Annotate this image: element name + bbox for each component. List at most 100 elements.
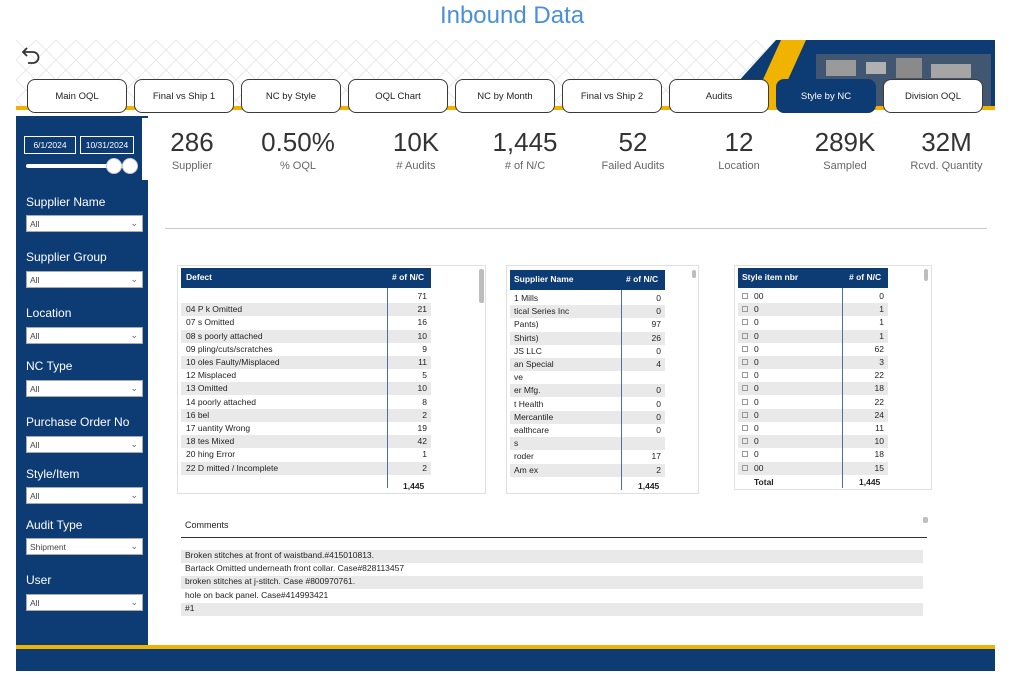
location-select[interactable]: All ⌄ xyxy=(26,327,143,344)
table-row[interactable]: 01 xyxy=(738,316,888,329)
defect-table-scrollbar[interactable] xyxy=(479,269,484,303)
expand-checkbox[interactable] xyxy=(742,306,748,313)
nc-column-header[interactable]: # of N/C xyxy=(849,272,881,282)
table-row[interactable]: tical Series Inc 0 xyxy=(510,305,665,319)
expand-checkbox[interactable] xyxy=(742,438,748,445)
user-select[interactable]: All ⌄ xyxy=(26,594,143,611)
tab-oql-chart[interactable]: OQL Chart xyxy=(348,79,448,113)
tab-final-vs-ship-2[interactable]: Final vs Ship 2 xyxy=(562,79,662,113)
tab-nc-by-month[interactable]: NC by Month xyxy=(455,79,555,113)
table-row[interactable]: Am ex 2 xyxy=(510,463,665,477)
supplier-table-scrollbar[interactable] xyxy=(692,270,696,278)
table-row[interactable]: 17 uantity Wrong 19 xyxy=(181,422,431,435)
comment-row[interactable]: Broken stitches at front of waistband.#4… xyxy=(181,550,923,563)
end-date-input[interactable]: 10/31/2024 xyxy=(80,136,134,154)
table-row[interactable]: 71 xyxy=(181,290,431,303)
supplier-name-select[interactable]: All ⌄ xyxy=(26,215,143,232)
table-row[interactable]: ve xyxy=(510,371,665,384)
comment-row[interactable]: Bartack Omitted underneath front collar.… xyxy=(181,563,923,576)
table-row[interactable]: 0 18 xyxy=(738,382,888,396)
table-row[interactable]: JS LLC 0 xyxy=(510,345,665,358)
date-slider-end-handle[interactable] xyxy=(122,158,138,174)
expand-checkbox[interactable] xyxy=(742,411,748,418)
expand-checkbox[interactable] xyxy=(742,372,748,379)
nc-column-header[interactable]: # of N/C xyxy=(392,272,424,282)
expand-checkbox[interactable] xyxy=(742,451,748,458)
expand-checkbox[interactable] xyxy=(742,319,748,326)
expand-checkbox[interactable] xyxy=(742,293,748,299)
row-value: 42 xyxy=(417,436,427,447)
table-row[interactable]: roder 17 xyxy=(510,450,665,463)
table-row[interactable]: 0 11 xyxy=(738,422,888,435)
expand-checkbox[interactable] xyxy=(742,332,748,339)
table-row[interactable]: 01 xyxy=(738,329,888,343)
style-item-select[interactable]: All ⌄ xyxy=(26,487,143,504)
table-row[interactable]: t Health 0 xyxy=(510,398,665,411)
start-date-input[interactable]: 6/1/2024 xyxy=(24,136,76,154)
nc-column-header[interactable]: # of N/C xyxy=(626,274,658,284)
kpi-label: Location xyxy=(718,160,760,172)
date-slider-start-handle[interactable] xyxy=(106,158,122,174)
table-row[interactable]: 18 tes Mixed 42 xyxy=(181,435,431,449)
comment-row[interactable]: broken stitches at j-stitch. Case #80097… xyxy=(181,576,923,590)
table-row[interactable]: 00 0 xyxy=(738,290,888,303)
table-row[interactable]: 01 xyxy=(738,303,888,317)
expand-checkbox[interactable] xyxy=(742,425,748,431)
table-row[interactable]: 0 24 xyxy=(738,408,888,422)
table-row[interactable]: 0 10 xyxy=(738,435,888,449)
table-row[interactable]: Shirts) 26 xyxy=(510,331,665,345)
defect-column-header[interactable]: Defect xyxy=(186,272,212,282)
tab-final-vs-ship-1[interactable]: Final vs Ship 1 xyxy=(134,79,234,113)
table-row[interactable]: an Special 4 xyxy=(510,358,665,371)
table-row[interactable]: 03 xyxy=(738,356,888,369)
comment-row[interactable]: hole on back panel. Case#414993421 xyxy=(181,590,923,603)
table-row[interactable]: 07 s Omitted 16 xyxy=(181,316,431,329)
audit-type-select[interactable]: Shipment ⌄ xyxy=(26,538,143,555)
tab-nc-by-style[interactable]: NC by Style xyxy=(241,79,341,113)
style-table-scrollbar[interactable] xyxy=(924,269,928,281)
purchase-order-select[interactable]: All ⌄ xyxy=(26,436,143,453)
table-row[interactable]: 0 22 xyxy=(738,396,888,409)
table-row[interactable]: ealthcare 0 xyxy=(510,424,665,437)
table-row[interactable]: 0 22 xyxy=(738,369,888,382)
expand-checkbox[interactable] xyxy=(742,385,748,392)
table-row[interactable]: Pants) 97 xyxy=(510,318,665,331)
tab-main-oql[interactable]: Main OQL xyxy=(27,79,127,113)
table-row[interactable]: s xyxy=(510,437,665,451)
table-row[interactable]: 22 D mitted / Incomplete 2 xyxy=(181,461,431,475)
table-row[interactable]: 0 62 xyxy=(738,343,888,356)
row-label: 20 hing Error xyxy=(186,449,236,460)
table-row[interactable]: 10 oles Faulty/Misplaced 11 xyxy=(181,356,431,369)
table-row[interactable]: 0 18 xyxy=(738,448,888,461)
table-row[interactable]: 20 hing Error 1 xyxy=(181,448,431,461)
tab-audits[interactable]: Audits xyxy=(669,79,769,113)
style-column-header[interactable]: Style item nbr xyxy=(742,272,798,282)
table-row[interactable]: 14 poorly attached 8 xyxy=(181,396,431,409)
table-row[interactable]: 13 Omitted 10 xyxy=(181,382,431,396)
nc-type-select[interactable]: All ⌄ xyxy=(26,380,143,397)
table-row[interactable]: er Mfg. 0 xyxy=(510,384,665,398)
table-row[interactable]: Mercantile 0 xyxy=(510,410,665,424)
tab-division-oql[interactable]: Division OQL xyxy=(883,79,983,113)
expand-checkbox[interactable] xyxy=(742,345,748,352)
tab-style-by-nc[interactable]: Style by NC xyxy=(776,79,876,113)
expand-checkbox[interactable] xyxy=(742,398,748,405)
expand-checkbox[interactable] xyxy=(742,464,748,471)
supplier-column-header[interactable]: Supplier Name xyxy=(514,274,574,284)
row-value: 0 xyxy=(656,293,661,303)
expand-checkbox[interactable] xyxy=(742,359,748,365)
table-row[interactable]: 1 Mills 0 xyxy=(510,292,665,305)
table-row[interactable]: 00 15 xyxy=(738,461,888,475)
comment-row[interactable]: #1 xyxy=(181,602,923,616)
table-row[interactable]: 04 P k Omitted 21 xyxy=(181,303,431,317)
supplier-group-select[interactable]: All ⌄ xyxy=(26,271,143,288)
table-row[interactable]: 08 s poorly attached 10 xyxy=(181,329,431,343)
back-button[interactable] xyxy=(20,44,42,66)
row-value: 2 xyxy=(422,462,427,473)
table-row[interactable]: 12 Misplaced 5 xyxy=(181,369,431,382)
kpi-label: Sampled xyxy=(823,160,867,172)
table-row[interactable]: 09 pling/cuts/scratches 9 xyxy=(181,343,431,356)
comments-scrollbar[interactable] xyxy=(923,517,928,523)
table-row[interactable]: 16 bel 2 xyxy=(181,408,431,422)
defect-total: 1,445 xyxy=(403,481,425,491)
